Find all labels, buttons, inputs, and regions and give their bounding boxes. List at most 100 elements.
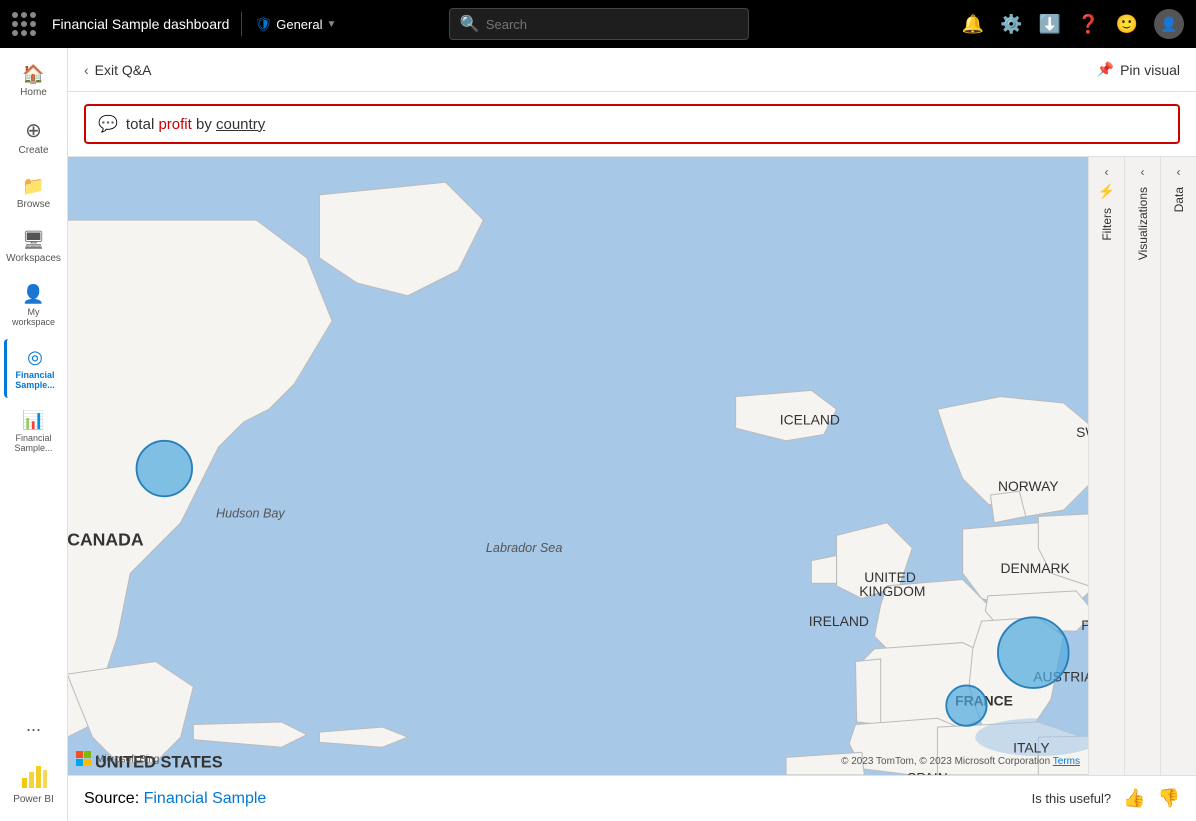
bubble-canada [137,441,192,496]
sidebar-item-workspaces[interactable]: 🖥 Workspaces [4,222,64,272]
viz-chevron-icon[interactable]: ‹ [1141,165,1145,179]
app-title: Financial Sample dashboard [52,16,229,32]
powerbi-logo [18,760,50,792]
sidebar-item-home[interactable]: 🏠 Home [4,56,64,106]
copyright-text: © 2023 TomTom, © 2023 Microsoft Corporat… [841,756,1050,767]
download-icon[interactable]: ⬇️ [1039,14,1061,35]
source-info: Source: Financial Sample [84,790,266,808]
ellipsis-icon: ... [26,715,41,735]
create-icon: ⊕ [25,118,42,143]
map-svg: ICELAND SWEDEN FINLAND NORWAY DENMARK UN… [68,157,1088,775]
filters-label: Filters [1100,208,1114,241]
sidebar-label-browse: Browse [17,199,50,210]
sidebar-item-my-workspace[interactable]: 👤 My workspace [4,276,64,335]
bing-label: Microsoft Bing [96,754,159,765]
exit-qa-button[interactable]: ‹ Exit Q&A [84,62,151,78]
source-prefix: Source: [84,790,144,807]
sidebar-label-create: Create [18,145,48,156]
avatar[interactable]: 👤 [1154,9,1184,39]
filter-settings-icon: ⚡ [1098,183,1115,200]
filters-chevron-icon[interactable]: ‹ [1105,165,1109,179]
thumbs-down-button[interactable]: 👎 [1158,788,1180,809]
bottom-area: Source: Financial Sample Is this useful?… [68,775,1196,821]
data-panel[interactable]: ‹ Data [1160,157,1196,775]
map-container: ICELAND SWEDEN FINLAND NORWAY DENMARK UN… [68,157,1088,775]
feedback-label: Is this useful? [1032,791,1112,806]
bubble-france [946,685,986,725]
label-uk2: KINGDOM [859,583,925,599]
shield-icon: 🛡 [254,16,272,33]
sidebar-item-financial-sample-2[interactable]: 📊 Financial Sample... [4,402,64,461]
data-label: Data [1172,187,1186,212]
search-bar[interactable]: 🔍 [449,8,749,40]
filters-panel[interactable]: ‹ ⚡ Filters [1088,157,1124,775]
sidebar-label-workspaces: Workspaces [6,253,61,264]
label-italy: ITALY [1013,739,1049,755]
workspaces-icon: 🖥 [22,230,45,251]
qa-query-text: total profit by country [126,116,265,133]
avatar-icon: 👤 [1160,16,1177,33]
gear-icon[interactable]: ⚙️ [1000,14,1022,35]
help-icon[interactable]: ❓ [1077,14,1099,35]
terms-link[interactable]: Terms [1053,756,1080,767]
powerbi-label: Power BI [13,794,54,805]
label-spain: SPAIN [907,770,948,775]
financial-sample-1-icon: ◎ [27,347,43,368]
sidebar-label-home: Home [20,87,47,98]
top-navigation: Financial Sample dashboard 🛡 General ▼ 🔍… [0,0,1196,48]
app-grid-icon[interactable] [12,12,36,36]
label-poland: POLAND [1081,617,1088,633]
map-copyright: © 2023 TomTom, © 2023 Microsoft Corporat… [841,756,1080,767]
sidebar: 🏠 Home ⊕ Create 📁 Browse 🖥 Workspaces 👤 … [0,48,68,821]
nav-icon-group: 🔔 ⚙️ ⬇️ ❓ 🙂 👤 [962,9,1184,39]
qa-area: 💬 total profit by country [68,92,1196,157]
label-ireland: IRELAND [809,613,869,629]
thumbs-up-button[interactable]: 👍 [1123,788,1145,809]
right-panels: ‹ ⚡ Filters ‹ Visualizations ‹ Data [1088,157,1196,775]
bubble-germany [998,617,1069,688]
sidebar-label-my-workspace: My workspace [10,307,58,327]
label-sweden: SWEDEN [1076,424,1088,440]
visualizations-panel[interactable]: ‹ Visualizations [1124,157,1160,775]
label-norway: NORWAY [998,478,1059,494]
feedback-area: Is this useful? 👍 👎 [1032,788,1180,809]
financial-sample-2-icon: 📊 [22,410,44,431]
label-labrador-sea: Labrador Sea [486,541,562,555]
sidebar-powerbi: Power BI [4,752,64,813]
data-chevron-icon[interactable]: ‹ [1177,165,1181,179]
qa-input-box[interactable]: 💬 total profit by country [84,104,1180,144]
home-icon: 🏠 [22,64,44,85]
main-layout: 🏠 Home ⊕ Create 📁 Browse 🖥 Workspaces 👤 … [0,48,1196,821]
workspace-badge[interactable]: 🛡 General ▼ [254,16,336,33]
label-iceland: ICELAND [780,411,840,427]
workspace-label: General [276,17,322,32]
search-icon: 🔍 [460,14,480,34]
bell-icon[interactable]: 🔔 [962,14,984,35]
exit-qa-label: Exit Q&A [95,62,152,78]
label-hudson-bay: Hudson Bay [216,507,285,521]
back-arrow-icon: ‹ [84,62,89,78]
more-options[interactable]: ... [18,707,49,744]
visualizations-label: Visualizations [1136,187,1150,260]
label-denmark: DENMARK [1001,560,1071,576]
sub-navigation: ‹ Exit Q&A 📌 Pin visual [68,48,1196,92]
browse-icon: 📁 [22,176,44,197]
chevron-down-icon: ▼ [326,19,336,30]
search-input[interactable] [486,17,738,32]
map-panels: ICELAND SWEDEN FINLAND NORWAY DENMARK UN… [68,157,1196,775]
my-workspace-icon: 👤 [22,284,44,305]
sidebar-item-browse[interactable]: 📁 Browse [4,168,64,218]
qa-country-highlight: country [216,116,265,133]
pin-visual-label: Pin visual [1120,62,1180,78]
source-link[interactable]: Financial Sample [144,790,267,807]
sidebar-label-financial-1: Financial Sample... [13,370,58,390]
feedback-icon[interactable]: 🙂 [1116,14,1138,35]
qa-chat-icon: 💬 [98,114,118,134]
bing-attribution: Microsoft Bing [76,751,159,767]
pin-icon: 📌 [1097,61,1114,78]
sidebar-item-create[interactable]: ⊕ Create [4,110,64,164]
pin-visual-button[interactable]: 📌 Pin visual [1097,61,1180,78]
sidebar-item-financial-sample-1[interactable]: ◎ Financial Sample... [4,339,64,398]
bing-logo-icon [76,751,92,767]
label-canada: CANADA [68,529,144,549]
